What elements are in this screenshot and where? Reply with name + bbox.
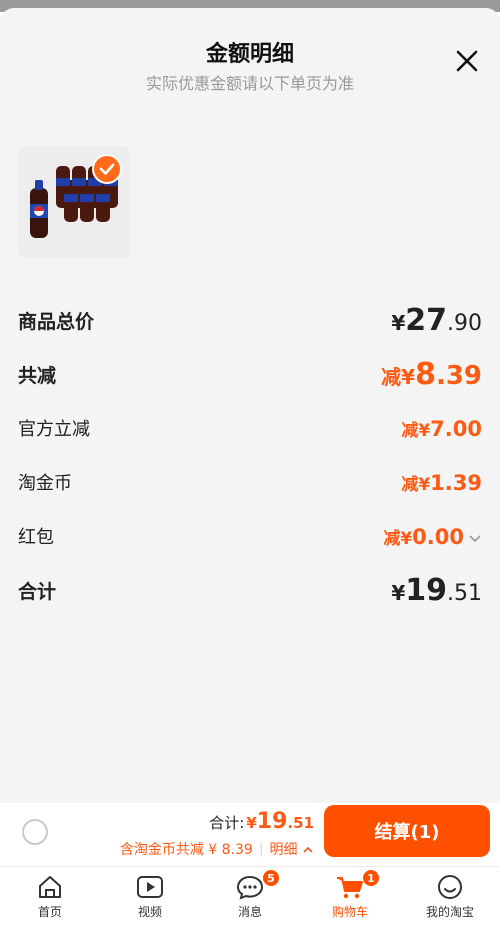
row-label: 官方立减	[18, 419, 90, 440]
video-icon	[137, 876, 163, 898]
select-all-radio[interactable]	[22, 819, 48, 845]
amount-int: 0	[412, 524, 427, 549]
amount-dec: .51	[447, 580, 482, 606]
tab-label: 首页	[37, 905, 62, 919]
discount-note-text: 含淘金币共减 ¥ 8.39	[119, 842, 253, 858]
amount-int: 27	[405, 302, 447, 338]
row-label: 合计	[18, 580, 57, 603]
total-int: 19	[256, 809, 288, 834]
cart-icon	[337, 877, 363, 899]
tab-label: 我的淘宝	[425, 905, 474, 919]
checkout-total: 合计: ¥ 19 .51	[209, 809, 314, 834]
row-red-packet[interactable]: 红包 减¥ 0 .00	[18, 519, 482, 553]
row-amount: 减¥ 0 .00	[383, 524, 482, 549]
cart-count-badge: 1	[362, 869, 380, 887]
row-official-discount: 官方立减 减¥ 7 .00	[18, 411, 482, 445]
amount-dec: .39	[435, 360, 482, 391]
amount-dec: .00	[444, 416, 482, 441]
close-icon[interactable]	[454, 48, 480, 74]
currency: ¥	[391, 580, 406, 605]
selected-check-icon	[92, 154, 122, 184]
checkout-bar: 合计: ¥ 19 .51 含淘金币共减 ¥ 8.39 | 明细 结算(1)	[0, 803, 500, 866]
total-label: 合计:	[209, 814, 245, 832]
amount-int: 7	[430, 416, 445, 441]
discount-note: 含淘金币共减 ¥ 8.39 | 明细	[120, 839, 314, 859]
currency: 减¥	[401, 420, 431, 441]
amount-int: 8	[415, 356, 436, 392]
tab-video[interactable]: 视频	[100, 867, 200, 926]
row-amount: ¥ 19 .51	[391, 573, 482, 608]
amount-int: 1	[430, 470, 445, 495]
tab-home[interactable]: 首页	[0, 867, 100, 926]
sheet-subtitle: 实际优惠金额请以下单页为准	[145, 74, 354, 93]
tab-messages[interactable]: 消息 5	[200, 867, 300, 926]
amount-int: 19	[405, 572, 447, 608]
currency: 减¥	[381, 364, 416, 389]
tab-cart[interactable]: 购物车 1	[300, 867, 400, 926]
row-goods-total: 商品总价 ¥ 27 .90	[18, 303, 482, 338]
row-amount: 减¥ 8 .39	[381, 357, 482, 392]
row-label: 商品总价	[18, 310, 95, 333]
currency: ¥	[391, 310, 406, 335]
bottom-tab-bar: 首页 视频 消息 5 购物车 1 我的淘宝	[0, 866, 500, 926]
tab-label: 购物车	[331, 905, 368, 919]
tab-label: 视频	[137, 905, 162, 919]
tab-label: 消息	[237, 905, 262, 919]
checkout-button[interactable]: 结算(1)	[324, 805, 490, 857]
total-currency: ¥	[246, 814, 257, 832]
amount-detail-sheet: 金额明细 实际优惠金额请以下单页为准 商品总价 ¥ 27 .90 共减 减¥ 8…	[0, 8, 500, 803]
currency: 减¥	[401, 474, 431, 495]
row-amount: ¥ 27 .90	[391, 303, 482, 338]
row-label: 淘金币	[18, 473, 72, 494]
chevron-down-icon[interactable]	[468, 534, 482, 544]
row-coins-discount: 淘金币 减¥ 1 .39	[18, 465, 482, 499]
row-amount: 减¥ 7 .00	[401, 416, 482, 441]
chevron-up-icon	[303, 846, 313, 853]
profile-icon	[438, 875, 462, 899]
detail-label: 明细	[269, 842, 298, 858]
currency: 减¥	[383, 528, 413, 549]
row-amount: 减¥ 1 .39	[401, 470, 482, 495]
row-label: 红包	[18, 527, 54, 548]
row-grand-total: 合计 ¥ 19 .51	[18, 573, 482, 608]
amount-dec: .00	[426, 524, 464, 549]
message-count-badge: 5	[262, 869, 280, 887]
sheet-title: 金额明细	[205, 42, 294, 67]
amount-dec: .39	[444, 470, 482, 495]
detail-toggle[interactable]: 明细	[270, 839, 314, 859]
row-label: 共减	[18, 364, 57, 387]
divider: |	[258, 841, 264, 857]
tab-my-taobao[interactable]: 我的淘宝	[400, 867, 500, 926]
home-icon	[39, 876, 61, 898]
amount-dec: .90	[447, 310, 482, 336]
row-total-discount: 共减 减¥ 8 .39	[18, 357, 482, 392]
total-dec: .51	[287, 814, 314, 832]
message-icon	[236, 875, 264, 900]
